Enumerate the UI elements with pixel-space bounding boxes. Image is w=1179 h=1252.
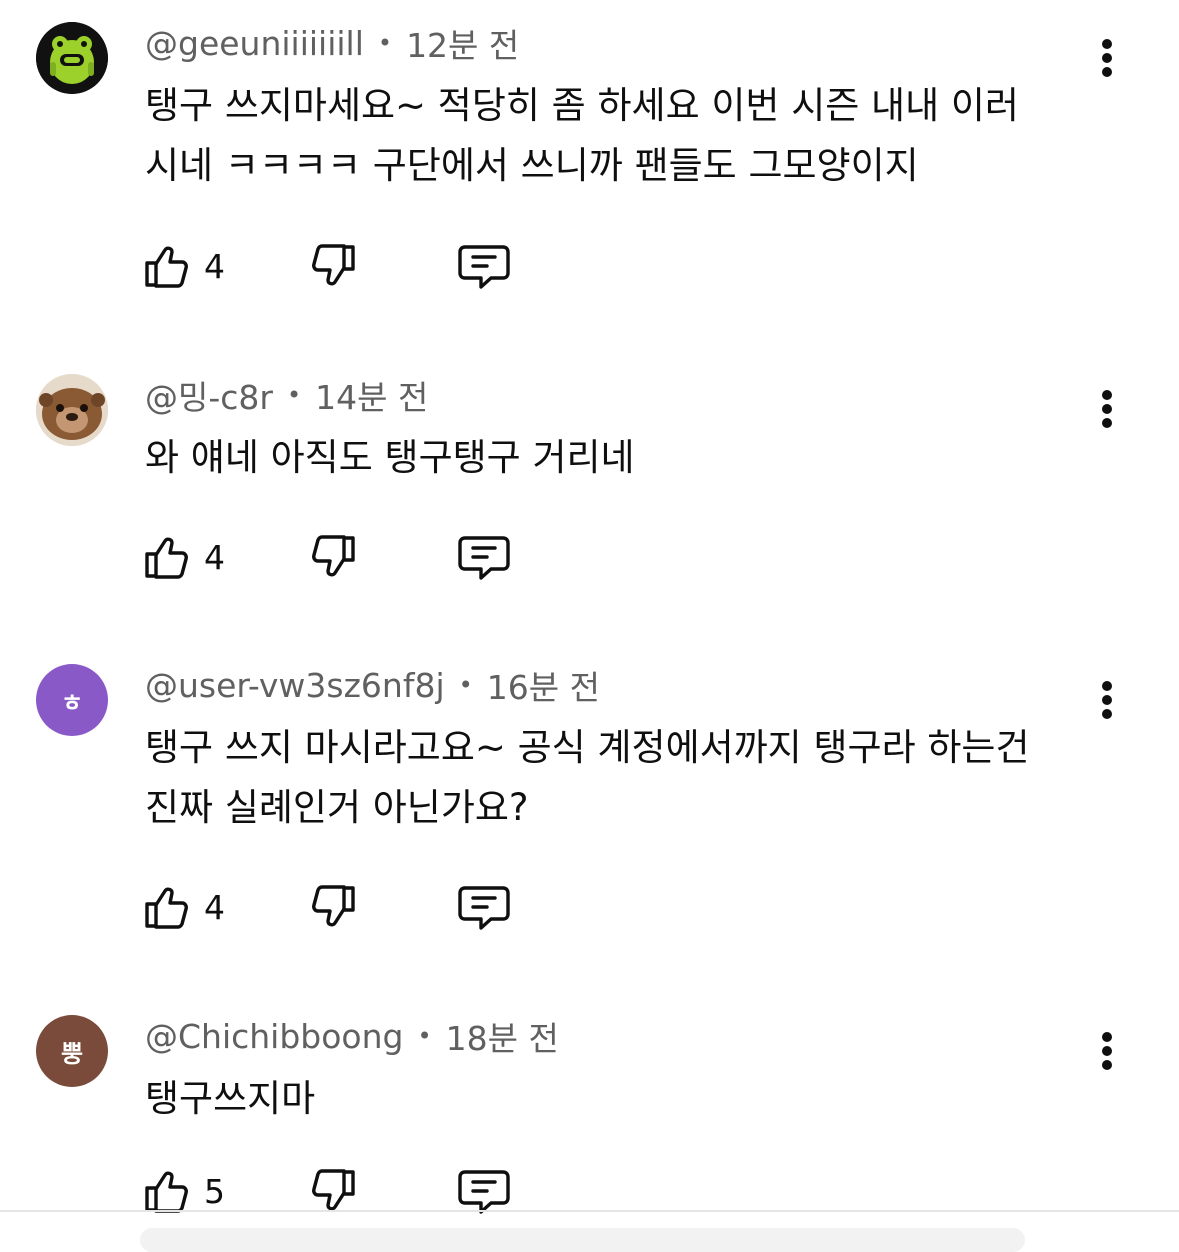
comment-actions: 5 — [140, 1161, 560, 1221]
like-count: 4 — [204, 537, 225, 577]
thumbs-up-icon — [145, 246, 188, 288]
comment-item: @밍-c8r • 14분 전 와 얘네 아직도 탱구탱구 거리네 4 — [0, 352, 1179, 622]
more-vertical-icon — [1102, 390, 1112, 428]
comment-bubble-icon — [458, 245, 510, 289]
comment-item: 뿡 @Chichibboong • 18분 전 탱구쓰지마 5 — [0, 993, 1179, 1214]
reply-button[interactable] — [456, 527, 512, 587]
comment-author[interactable]: @geeuniiiiiiill — [145, 24, 364, 63]
dislike-button[interactable] — [308, 877, 360, 937]
comment-meta: @밍-c8r • 14분 전 — [145, 372, 428, 418]
comment-item: ㅎ @user-vw3sz6nf8j • 16분 전 탱구 쓰지 마시라고요~ … — [0, 642, 1179, 972]
comment-meta: @Chichibboong • 18분 전 — [145, 1013, 559, 1059]
like-count: 4 — [204, 887, 225, 927]
like-button[interactable]: 4 — [140, 877, 225, 937]
meta-separator: • — [458, 671, 473, 699]
more-vertical-icon — [1102, 39, 1112, 77]
like-button[interactable]: 4 — [140, 236, 225, 296]
comment-meta: @geeuniiiiiiill • 12분 전 — [145, 20, 519, 66]
reply-button[interactable] — [456, 1161, 512, 1221]
comment-actions: 4 — [140, 527, 560, 587]
more-button[interactable] — [1086, 1026, 1128, 1076]
avatar-initial: 뿡 — [60, 1039, 84, 1068]
comment-text: 탱구 쓰지마세요~ 적당히 좀 하세요 이번 시즌 내내 이러 시네 ㅋㅋㅋㅋ … — [145, 84, 1019, 187]
comment-meta: @user-vw3sz6nf8j • 16분 전 — [145, 662, 600, 708]
meta-separator: • — [286, 381, 302, 409]
thumbs-down-icon — [312, 244, 355, 286]
like-count: 4 — [204, 246, 225, 286]
comment-actions: 4 — [140, 236, 560, 296]
comment-time[interactable]: 12분 전 — [406, 19, 519, 67]
more-button[interactable] — [1086, 33, 1128, 83]
thumbs-up-icon — [145, 887, 188, 929]
more-vertical-icon — [1102, 681, 1112, 719]
comment-time[interactable]: 18분 전 — [446, 1012, 559, 1060]
avatar[interactable]: 뿡 — [36, 1015, 108, 1087]
green-frog-avatar-icon — [36, 22, 108, 94]
dislike-button[interactable] — [308, 1161, 360, 1221]
thumbs-down-icon — [312, 535, 355, 577]
comment-text: 와 얘네 아직도 탱구탱구 거리네 — [145, 436, 635, 479]
comment-input-bar[interactable] — [140, 1228, 1025, 1252]
comment-actions: 4 — [140, 877, 560, 937]
comment-item: @geeuniiiiiiill • 12분 전 탱구 쓰지마세요~ 적당히 좀 … — [0, 0, 1179, 330]
like-button[interactable]: 4 — [140, 527, 225, 587]
avatar-initial: ㅎ — [60, 688, 84, 717]
like-count: 5 — [204, 1171, 225, 1211]
thumbs-up-icon — [145, 537, 188, 579]
more-vertical-icon — [1102, 1032, 1112, 1070]
thumbs-down-icon — [312, 885, 355, 927]
comment-text: 탱구쓰지마 — [145, 1077, 316, 1120]
reply-button[interactable] — [456, 236, 512, 296]
comment-author[interactable]: @Chichibboong — [145, 1017, 404, 1056]
meta-separator: • — [417, 1022, 432, 1050]
meta-separator: • — [377, 29, 393, 57]
comment-bubble-icon — [458, 536, 510, 580]
comment-bubble-icon — [458, 886, 510, 930]
comment-author[interactable]: @user-vw3sz6nf8j — [145, 666, 445, 705]
more-button[interactable] — [1086, 384, 1128, 434]
comment-text: 탱구 쓰지 마시라고요~ 공식 계정에서까지 탱구라 하는건 진짜 실례인거 아… — [145, 726, 1030, 829]
comment-time[interactable]: 16분 전 — [487, 661, 600, 709]
dislike-button[interactable] — [308, 236, 360, 296]
more-button[interactable] — [1086, 675, 1128, 725]
avatar[interactable] — [36, 374, 108, 446]
like-button[interactable]: 5 — [140, 1161, 225, 1221]
reply-button[interactable] — [456, 877, 512, 937]
dislike-button[interactable] — [308, 527, 360, 587]
comment-author[interactable]: @밍-c8r — [145, 371, 273, 419]
comment-time[interactable]: 14분 전 — [315, 371, 428, 419]
otter-photo-avatar-icon — [36, 374, 108, 446]
avatar[interactable] — [36, 22, 108, 94]
bottom-divider — [0, 1210, 1179, 1212]
avatar[interactable]: ㅎ — [36, 664, 108, 736]
